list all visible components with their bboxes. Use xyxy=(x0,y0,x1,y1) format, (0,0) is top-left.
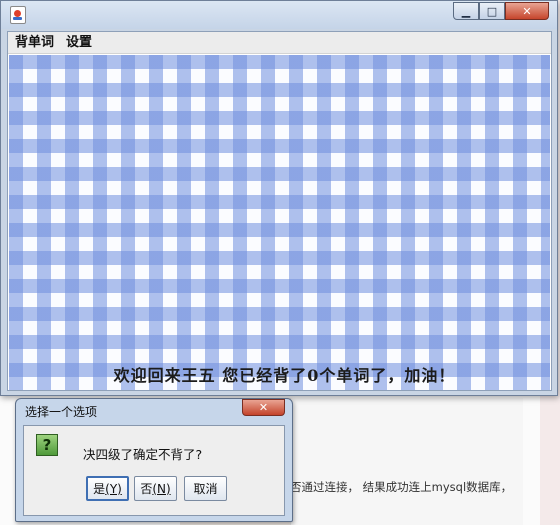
close-icon: ✕ xyxy=(258,401,269,414)
dialog-message: 决四级了确定不背了? xyxy=(83,447,203,462)
window-titlebar[interactable]: ▁ □ ✕ xyxy=(1,1,557,29)
close-icon: ✕ xyxy=(522,4,532,18)
dialog-close-button[interactable]: ✕ xyxy=(242,399,285,416)
dialog-body: ? 决四级了确定不背了? 是 (Y) 否 (N) 取消 xyxy=(23,425,285,516)
dialog-title: 选择一个选项 xyxy=(25,405,98,419)
cancel-button[interactable]: 取消 xyxy=(184,476,227,501)
question-icon: ? xyxy=(36,434,58,456)
menu-settings[interactable]: 设置 xyxy=(60,32,98,54)
no-button[interactable]: 否 (N) xyxy=(134,476,177,501)
minimize-icon: ▁ xyxy=(461,4,471,18)
yes-button[interactable]: 是 (Y) xyxy=(86,476,129,501)
maximize-button[interactable]: □ xyxy=(479,2,505,20)
main-window: ▁ □ ✕ 背单词 设置 欢迎回来王五 您已经背了0个单词了，加油！ xyxy=(0,0,558,396)
no-mnemonic: (N) xyxy=(152,481,171,496)
welcome-message: 欢迎回来王五 您已经背了0个单词了，加油！ xyxy=(113,366,456,385)
yes-mnemonic: (Y) xyxy=(105,481,122,496)
background-article-text: 否通过连接， 结果成功连上mysql数据库， xyxy=(290,480,513,494)
minimize-button[interactable]: ▁ xyxy=(453,2,479,20)
no-label: 否 xyxy=(140,482,153,496)
yes-label: 是 xyxy=(93,482,106,496)
maximize-icon: □ xyxy=(486,4,498,18)
window-client-area: 背单词 设置 欢迎回来王五 您已经背了0个单词了，加油！ xyxy=(7,31,552,391)
menu-bar: 背单词 设置 xyxy=(8,32,551,54)
background-content-panel xyxy=(290,398,523,525)
java-app-icon xyxy=(10,6,26,24)
gingham-background-panel: 欢迎回来王五 您已经背了0个单词了，加油！ xyxy=(9,55,550,390)
close-button[interactable]: ✕ xyxy=(505,2,549,20)
menu-memorize-words[interactable]: 背单词 xyxy=(8,32,60,54)
confirm-dialog: 选择一个选项 ✕ ? 决四级了确定不背了? 是 (Y) 否 (N) 取消 xyxy=(15,398,293,522)
